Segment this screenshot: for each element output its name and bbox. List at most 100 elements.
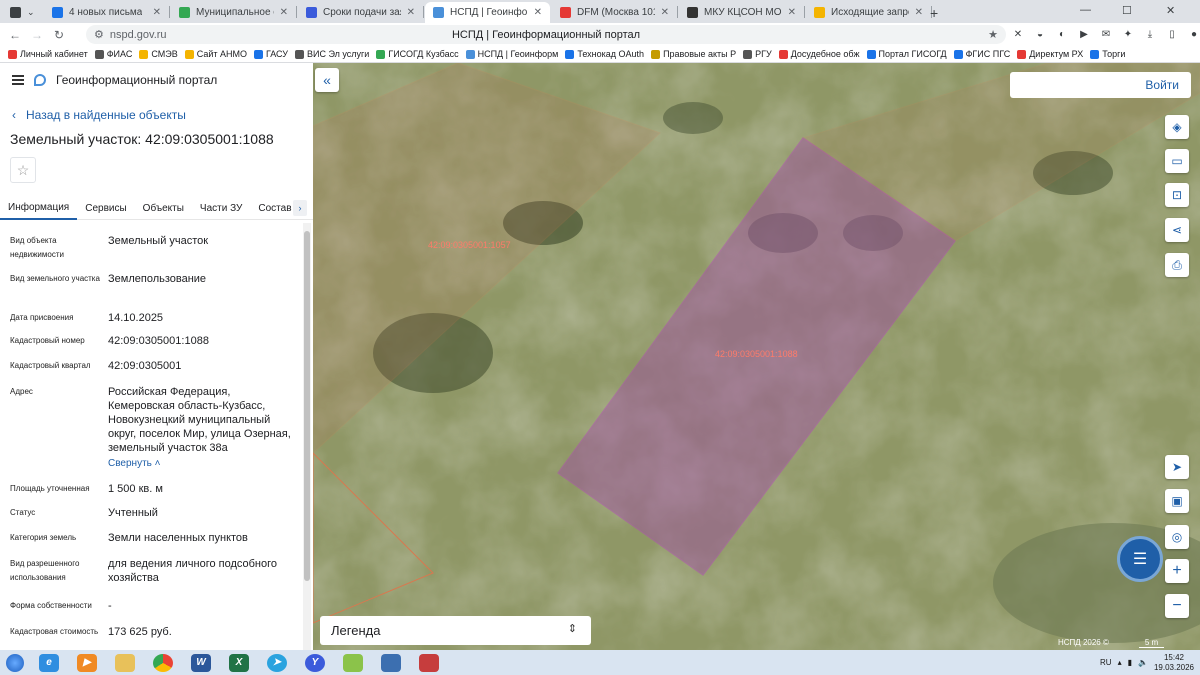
browser-tab[interactable]: Сроки подачи заявления ✕ [298, 2, 423, 23]
bookmark-item[interactable]: РГУ [743, 49, 772, 59]
tray-volume-icon[interactable]: 🔈 [1138, 658, 1148, 667]
map-view[interactable]: 42:09:0305001:1057 42:09:0305001:1088 « … [313, 63, 1200, 650]
extension-icon[interactable]: ◒ [1032, 26, 1048, 42]
browser-tab[interactable]: МКУ КЦСОН МО «Новок ✕ [679, 2, 804, 23]
property-label: Форма собственности [10, 601, 92, 610]
tray-up-arrow-icon[interactable]: ▴ [1118, 658, 1122, 667]
extensions-puzzle-icon[interactable]: ✦ [1120, 26, 1136, 42]
minimize-button[interactable]: — [1080, 4, 1091, 16]
favorite-star-button[interactable]: ☆ [10, 157, 36, 183]
downloads-icon[interactable]: ⤓ [1142, 26, 1158, 42]
tray-network-icon[interactable]: ▮ [1128, 658, 1132, 667]
bookmark-item[interactable]: Личный кабинет [8, 49, 88, 59]
collapse-panel-button[interactable]: « [315, 68, 339, 92]
bookmark-item[interactable]: ГАСУ [253, 49, 288, 59]
browser-tab[interactable]: DFM (Москва 101,2 ✕ [552, 2, 677, 23]
taskbar-app-icon[interactable] [334, 650, 372, 675]
address-bar[interactable]: ⚙ nspd.gov.ru НСПД | Геоинформационный п… [86, 25, 1006, 44]
bookmark-item[interactable]: Портал ГИСОГД [866, 49, 947, 59]
info-tab[interactable]: Информация [0, 196, 78, 220]
zoom-out-button[interactable]: − [1165, 594, 1189, 618]
taskbar-ie-icon[interactable]: e [30, 650, 68, 675]
taskbar-app-icon[interactable] [372, 650, 410, 675]
reload-icon[interactable]: ↻ [48, 28, 70, 42]
minimap-icon[interactable]: ▣ [1165, 489, 1189, 513]
bookmark-item[interactable]: СМЭВ [139, 49, 178, 59]
bookmark-item[interactable]: Технокад OAuth [565, 49, 644, 59]
extension-icon[interactable]: ◐ [1054, 26, 1070, 42]
info-tab[interactable]: Части ЗУ [192, 196, 250, 220]
bookmark-item[interactable]: ВИС Эл услуги [294, 49, 370, 59]
chat-assistant-button[interactable]: ☰ [1117, 536, 1163, 582]
bookmark-item[interactable]: Сайт АНМО [184, 49, 247, 59]
star-icon: ☆ [16, 161, 30, 178]
tab-close-icon[interactable]: ✕ [280, 7, 288, 18]
tab-actions-button[interactable]: ⌄ [2, 2, 42, 23]
start-button[interactable] [0, 650, 30, 675]
menu-icon[interactable] [12, 75, 24, 85]
close-window-button[interactable]: ✕ [1166, 4, 1175, 17]
bookmark-favicon-icon [866, 49, 876, 59]
language-indicator[interactable]: RU [1100, 658, 1112, 667]
extension-icon[interactable]: ✕ [1010, 26, 1026, 42]
taskbar-excel-icon[interactable]: X [220, 650, 258, 675]
tabs-scroll-right-icon[interactable]: › [293, 200, 307, 216]
property-value: Землепользование [108, 273, 207, 285]
browser-tab[interactable]: Муниципальное образов ✕ [171, 2, 296, 23]
taskbar-app-icon[interactable] [410, 650, 448, 675]
taskbar-explorer-icon[interactable] [106, 650, 144, 675]
legend-dropdown[interactable]: Легенда ⇕ [320, 616, 591, 645]
bookmark-item[interactable]: ГИСОГД Кузбасс [376, 49, 459, 59]
bookmark-item[interactable]: НСПД | Геоинформ [465, 49, 558, 59]
info-tab[interactable]: Сервисы [77, 196, 134, 220]
tab-label: Муниципальное образов [196, 7, 274, 18]
tab-close-icon[interactable]: ✕ [788, 7, 796, 18]
property-label: Адрес [10, 387, 33, 396]
extension-icon[interactable]: ✉ [1098, 26, 1114, 42]
locate-icon[interactable]: ◎ [1165, 525, 1189, 549]
taskbar-word-icon[interactable]: W [182, 650, 220, 675]
select-area-icon[interactable]: ⊡ [1165, 183, 1189, 207]
taskbar-chrome-icon[interactable] [144, 650, 182, 675]
login-button[interactable]: Войти [1010, 72, 1191, 98]
forward-arrow-icon[interactable]: → [26, 28, 48, 42]
bookmark-item[interactable]: Досудебное обж [778, 49, 860, 59]
navigate-icon[interactable]: ➤ [1165, 455, 1189, 479]
bookmark-item[interactable]: Торги [1090, 49, 1125, 59]
taskbar-media-icon[interactable]: ▶ [68, 650, 106, 675]
tab-close-icon[interactable]: ✕ [407, 7, 415, 18]
browser-tab[interactable]: 4 новых письма ✕ [44, 2, 169, 23]
tab-close-icon[interactable]: ✕ [534, 7, 542, 18]
bookmark-label: ВИС Эл услуги [306, 49, 370, 59]
bookmark-item[interactable]: Правовые акты Р [651, 49, 736, 59]
extension-icon[interactable]: ▶ [1076, 26, 1092, 42]
taskbar-telegram-icon[interactable]: ➤ [258, 650, 296, 675]
tab-close-icon[interactable]: ✕ [153, 7, 161, 18]
collapse-address-link[interactable]: Свернуть ˄ [108, 457, 298, 471]
bookmark-star-icon[interactable]: ★ [988, 28, 998, 41]
browser-tab[interactable]: Исходящие запросы✕ [806, 2, 931, 23]
property-value: для ведения личного подсобного хозяйства [108, 558, 278, 584]
bookmark-favicon-icon [294, 49, 304, 59]
new-tab-button[interactable]: + [922, 2, 942, 23]
info-tab[interactable]: Объекты [135, 196, 192, 220]
zoom-in-button[interactable]: + [1165, 559, 1189, 583]
bookmark-item[interactable]: ФГИС ПГС [953, 49, 1010, 59]
bookmark-item[interactable]: Директум РХ [1017, 49, 1083, 59]
back-arrow-icon[interactable]: ← [4, 28, 26, 42]
bookmark-label: ГИСОГД Кузбасс [388, 49, 459, 59]
layers-icon[interactable]: ◈ [1165, 115, 1189, 139]
taskbar-yandex-icon[interactable]: Y [296, 650, 334, 675]
tab-close-icon[interactable]: ✕ [661, 7, 669, 18]
back-to-results-link[interactable]: ‹ Назад в найденные объекты [12, 108, 313, 122]
panel-scrollbar[interactable] [303, 223, 311, 650]
measure-ruler-icon[interactable]: ▭ [1165, 149, 1189, 173]
profile-icon[interactable]: ● [1186, 26, 1200, 42]
browser-tab[interactable]: НСПД | Геоинформаци ✕ [425, 2, 550, 23]
maximize-button[interactable]: ☐ [1122, 4, 1132, 17]
bookmark-item[interactable]: ФИАС [94, 49, 132, 59]
sidebar-icon[interactable]: ▯ [1164, 26, 1180, 42]
share-icon[interactable]: ⋖ [1165, 218, 1189, 242]
clock[interactable]: 15:42 19.03.2026 [1154, 653, 1194, 673]
print-icon[interactable]: ⎙ [1165, 253, 1189, 277]
